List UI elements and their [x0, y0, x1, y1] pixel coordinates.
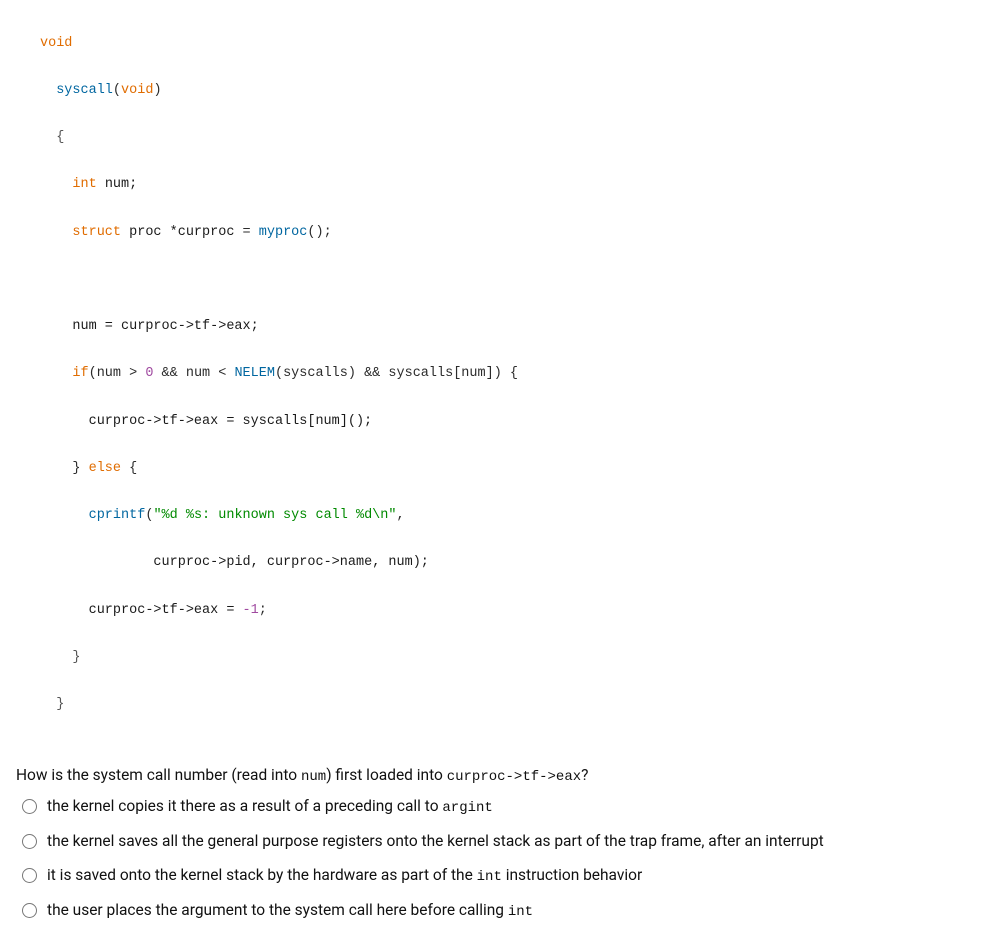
question-text: How is the system call number (read into… — [0, 752, 981, 789]
inline-code: num — [301, 769, 326, 785]
code-block: void syscall(void) { int num; struct pro… — [0, 0, 981, 752]
code-line: if(num > 0 && num < NELEM(syscalls) && s… — [40, 362, 981, 386]
code-line: { — [40, 126, 981, 150]
option-b[interactable]: the kernel saves all the general purpose… — [16, 824, 965, 858]
code-line: } — [40, 693, 981, 717]
inline-code: curproc->tf->eax — [447, 769, 581, 785]
radio-icon[interactable] — [22, 903, 37, 918]
code-line: } else { — [40, 457, 981, 481]
option-d[interactable]: the user places the argument to the syst… — [16, 893, 965, 928]
option-label: the kernel copies it there as a result o… — [47, 797, 493, 816]
code-line — [40, 268, 981, 292]
radio-icon[interactable] — [22, 799, 37, 814]
inline-code: int — [508, 904, 533, 920]
function-name: syscall — [56, 83, 113, 98]
option-label: the kernel saves all the general purpose… — [47, 832, 824, 850]
radio-icon[interactable] — [22, 834, 37, 849]
code-line: struct proc *curproc = myproc(); — [40, 221, 981, 245]
code-line: syscall(void) — [40, 79, 981, 103]
answer-options: the kernel copies it there as a result o… — [0, 789, 981, 928]
question-part: ) first loaded into — [326, 766, 447, 784]
radio-icon[interactable] — [22, 868, 37, 883]
code-line: cprintf("%d %s: unknown sys call %d\n", — [40, 504, 981, 528]
code-line: curproc->tf->eax = -1; — [40, 599, 981, 623]
code-line: num = curproc->tf->eax; — [40, 315, 981, 339]
inline-code: int — [477, 869, 502, 885]
option-a[interactable]: the kernel copies it there as a result o… — [16, 789, 965, 824]
code-line: int num; — [40, 173, 981, 197]
option-label: the user places the argument to the syst… — [47, 901, 533, 920]
option-c[interactable]: it is saved onto the kernel stack by the… — [16, 858, 965, 893]
question-part: How is the system call number (read into — [16, 766, 301, 784]
code-line: curproc->tf->eax = syscalls[num](); — [40, 410, 981, 434]
code-line: curproc->pid, curproc->name, num); — [40, 551, 981, 575]
inline-code: argint — [442, 800, 492, 816]
code-line: void — [40, 32, 981, 56]
keyword: void — [40, 36, 72, 51]
option-label: it is saved onto the kernel stack by the… — [47, 866, 642, 885]
question-part: ? — [581, 766, 588, 784]
code-line: } — [40, 646, 981, 670]
